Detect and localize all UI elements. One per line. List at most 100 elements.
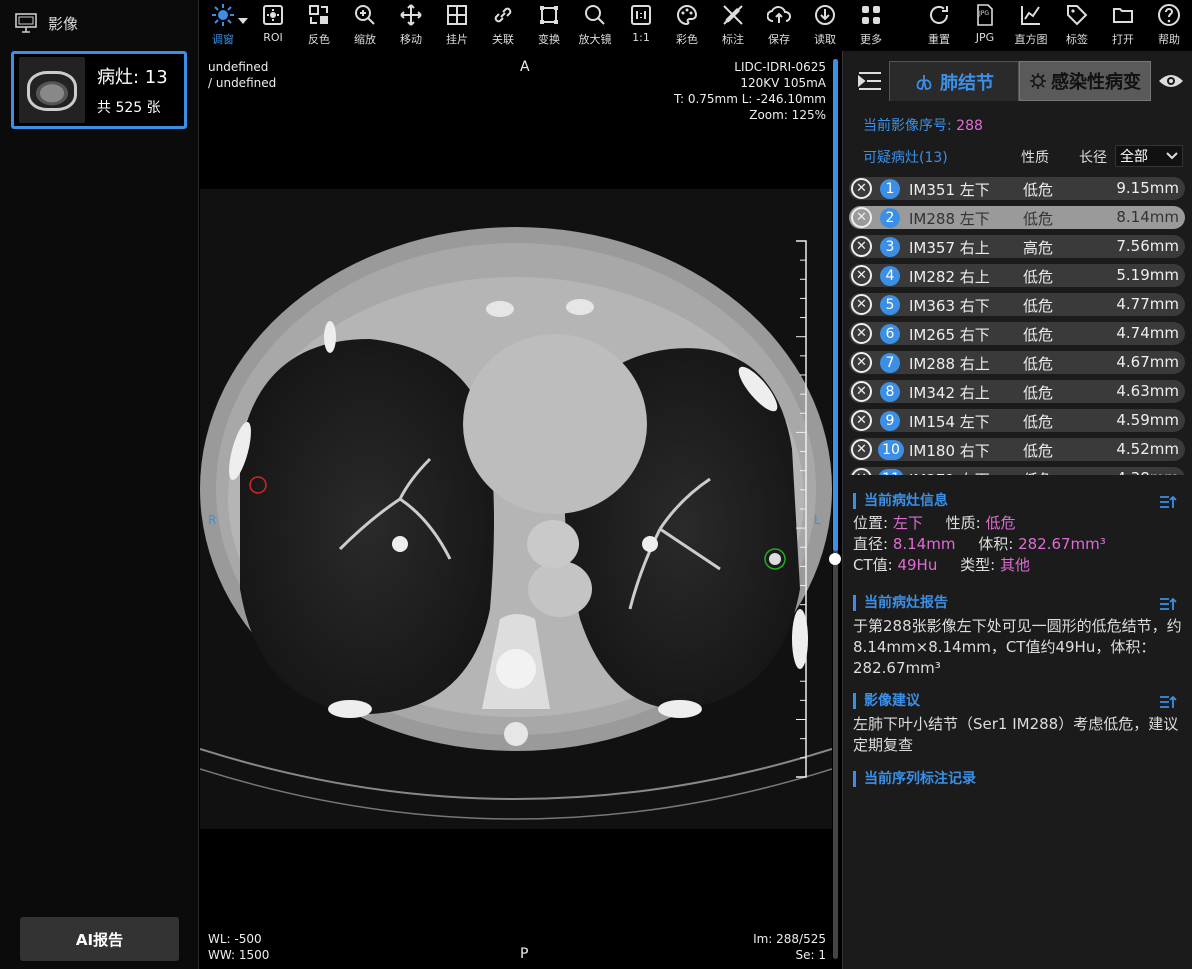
toolbar-help-button[interactable]: 帮助 xyxy=(1146,3,1192,49)
toolbar-reset-button[interactable]: 重置 xyxy=(916,3,962,49)
remove-nodule-icon[interactable]: ✕ xyxy=(851,207,872,228)
remove-nodule-icon[interactable]: ✕ xyxy=(851,439,872,460)
toolbar-annotate-button[interactable]: 标注 xyxy=(710,3,756,49)
ai-report-button[interactable]: AI报告 xyxy=(20,917,179,961)
window-level: WL: -500 xyxy=(208,932,262,946)
toolbar-label: ROI xyxy=(263,31,283,44)
nodule-row[interactable]: ✕ 5 IM363 右下 低危 4.77mm xyxy=(849,293,1185,316)
toolbar-actual-size-button[interactable]: 1:1 xyxy=(618,3,664,49)
remove-nodule-icon[interactable]: ✕ xyxy=(851,352,872,373)
orientation-bottom: P xyxy=(520,946,529,962)
remove-nodule-icon[interactable]: ✕ xyxy=(851,410,872,431)
nodule-row[interactable]: ✕ 2 IM288 左下 低危 8.14mm xyxy=(849,206,1185,229)
nodule-number: 9 xyxy=(880,411,900,431)
ct-slice-image[interactable]: R L xyxy=(200,189,832,829)
column-length: 长径 xyxy=(1079,150,1107,166)
nodule-list[interactable]: ✕ 1 IM351 左下 低危 9.15mm ✕ 2 IM288 左下 低危 8.14mm ✕ 3 IM… xyxy=(849,175,1185,475)
toolbar-label: 重置 xyxy=(928,33,950,46)
toolbar-label: 帮助 xyxy=(1158,33,1180,46)
toolbar-folder-button[interactable]: 打开 xyxy=(1100,3,1146,49)
info-position-value: 左下 xyxy=(892,514,923,532)
reset-icon xyxy=(930,5,948,24)
nodule-nature: 低危 xyxy=(1023,326,1054,344)
nodule-row[interactable]: ✕ 7 IM288 右上 低危 4.67mm xyxy=(849,351,1185,374)
remove-nodule-icon[interactable]: ✕ xyxy=(851,265,872,286)
toolbar-magnifier-button[interactable]: 放大镜 xyxy=(572,3,618,49)
lung-icon xyxy=(916,74,932,90)
info-diameter-label: 直径: xyxy=(853,535,893,553)
info-nature-value: 低危 xyxy=(985,514,1016,532)
lesion-report-text: 于第288张影像左下处可见一圆形的低危结节，约8.14mm×8.14mm，CT值… xyxy=(853,617,1182,677)
remove-nodule-icon[interactable]: ✕ xyxy=(851,381,872,402)
toolbar-move-button[interactable]: 移动 xyxy=(388,3,434,49)
collapse-panel-button[interactable] xyxy=(851,61,889,101)
remove-nodule-icon[interactable]: ✕ xyxy=(851,323,872,344)
layout-icon xyxy=(447,5,467,25)
current-image-value: 288 xyxy=(956,118,983,134)
orientation-left: R xyxy=(208,513,216,527)
tab-lung-nodule[interactable]: 肺结节 xyxy=(889,61,1019,101)
toolbar-zoom-button[interactable]: 缩放 xyxy=(342,3,388,49)
nodule-row[interactable]: ✕ 9 IM154 左下 低危 4.59mm xyxy=(849,409,1185,432)
nodule-name: IM342 右上 xyxy=(909,384,990,402)
series-thumbnail-card[interactable]: 病灶: 13 共 525 张 xyxy=(11,51,187,129)
info-ct-label: CT值: xyxy=(853,556,898,574)
nodule-number: 3 xyxy=(880,237,900,257)
remove-nodule-icon[interactable]: ✕ xyxy=(851,236,872,257)
toolbar-label: 移动 xyxy=(400,33,422,46)
info-volume-value: 282.67mm³ xyxy=(1018,535,1106,553)
toolbar-layout-button[interactable]: 挂片 xyxy=(434,3,480,49)
nodule-list-header: 可疑病灶(13) 性质 长径 全部 xyxy=(863,145,1183,169)
toolbar-label: 读取 xyxy=(814,33,836,46)
toolbar-palette-button[interactable]: 彩色 xyxy=(664,3,710,49)
nodule-row[interactable]: ✕ 11 IM271 右下 低危 4.38mm xyxy=(849,467,1185,475)
toolbar-invert-button[interactable]: 反色 xyxy=(296,3,342,49)
toolbar-tag-button[interactable]: 标签 xyxy=(1054,3,1100,49)
imaging-advice-title: 影像建议 xyxy=(853,693,920,709)
load-icon xyxy=(815,5,835,25)
sort-icon[interactable] xyxy=(1159,694,1177,710)
nodule-row[interactable]: ✕ 8 IM342 右上 低危 4.63mm xyxy=(849,380,1185,403)
image-viewer[interactable]: undefined / undefined A LIDC-IDRI-0625 1… xyxy=(200,51,842,969)
toolbar-load-button[interactable]: 读取 xyxy=(802,3,848,49)
toolbar-link-button[interactable]: 关联 xyxy=(480,3,526,49)
lesion-report-title: 当前病灶报告 xyxy=(853,595,948,611)
toolbar-histogram-button[interactable]: 直方图 xyxy=(1008,3,1054,49)
nodule-row[interactable]: ✕ 6 IM265 右下 低危 4.74mm xyxy=(849,322,1185,345)
toolbar-save-button[interactable]: 保存 xyxy=(756,3,802,49)
remove-nodule-icon[interactable]: ✕ xyxy=(851,294,872,315)
filter-select[interactable]: 全部 xyxy=(1115,145,1183,167)
caret-down-icon[interactable] xyxy=(238,18,248,24)
remove-nodule-icon[interactable]: ✕ xyxy=(851,178,872,199)
sort-icon[interactable] xyxy=(1159,596,1177,612)
image-scrollbar[interactable] xyxy=(829,59,841,959)
toolbar-label: 彩色 xyxy=(676,33,698,46)
image-index: Im: 288/525 xyxy=(753,932,826,946)
info-type-label: 类型: xyxy=(960,556,1000,574)
nodule-length: 4.67mm xyxy=(1116,353,1179,371)
tag-icon xyxy=(1067,5,1088,26)
scrollbar-thumb[interactable] xyxy=(833,59,838,551)
toolbar-roi-button[interactable]: ROI xyxy=(250,3,296,49)
toolbar-jpg-button[interactable]: JPG JPG xyxy=(962,3,1008,49)
save-icon xyxy=(767,6,791,23)
toolbar-more-button[interactable]: 更多 xyxy=(848,3,894,49)
tab-infection[interactable]: 感染性病变 xyxy=(1019,61,1151,101)
nodule-name: IM363 右下 xyxy=(909,297,990,315)
toolbar-label: 保存 xyxy=(768,33,790,46)
magnifier-icon xyxy=(585,5,605,25)
orientation-top: A xyxy=(520,59,530,75)
nodule-row[interactable]: ✕ 10 IM180 右下 低危 4.52mm xyxy=(849,438,1185,461)
toggle-visibility-button[interactable] xyxy=(1153,61,1189,101)
filter-value: 全部 xyxy=(1120,149,1148,165)
nodule-row[interactable]: ✕ 1 IM351 左下 低危 9.15mm xyxy=(849,177,1185,200)
annotate-icon xyxy=(723,5,743,25)
remove-nodule-icon[interactable]: ✕ xyxy=(851,468,872,475)
nodule-row[interactable]: ✕ 3 IM357 右上 高危 7.56mm xyxy=(849,235,1185,258)
scrollbar-knob[interactable] xyxy=(829,553,841,565)
nodule-row[interactable]: ✕ 4 IM282 右上 低危 5.19mm xyxy=(849,264,1185,287)
sort-icon[interactable] xyxy=(1159,494,1177,510)
eye-icon xyxy=(1159,75,1183,87)
toolbar-transform-button[interactable]: 变换 xyxy=(526,3,572,49)
toolbar-adjust-window-button[interactable]: 调窗 xyxy=(200,3,246,49)
